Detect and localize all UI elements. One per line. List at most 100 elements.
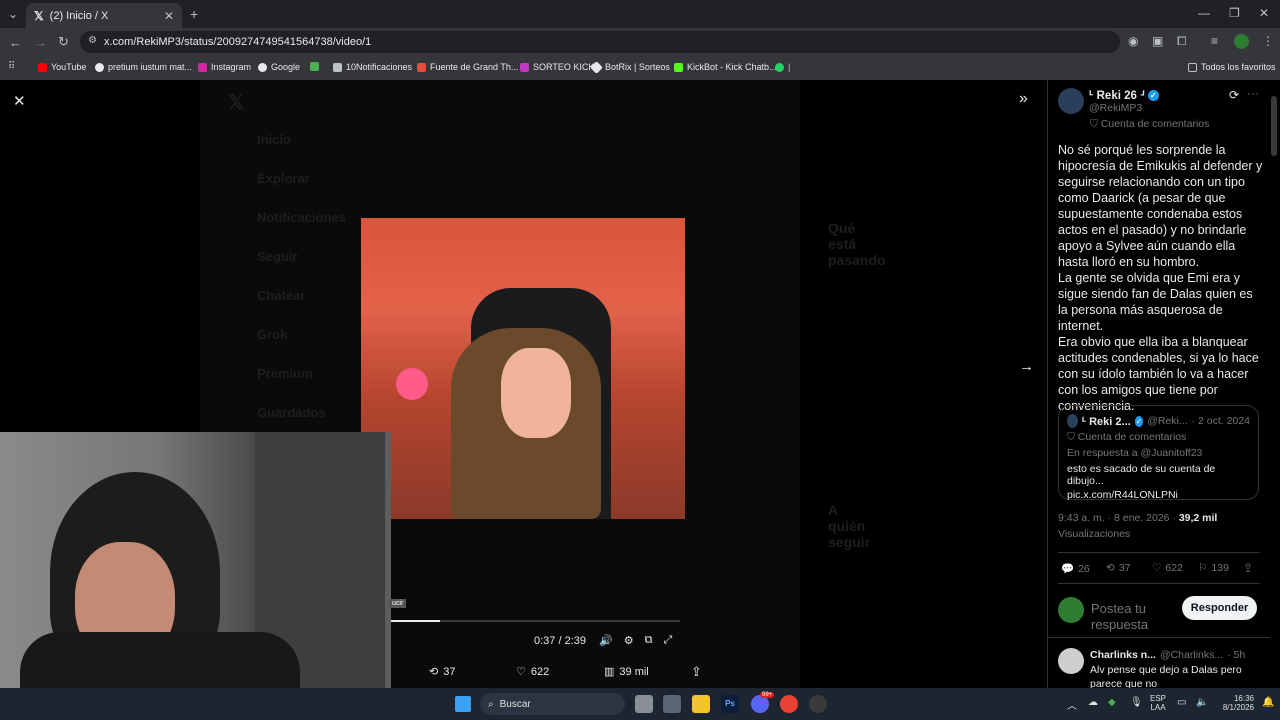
avatar[interactable] — [1058, 88, 1084, 114]
reply-button[interactable]: Responder — [1182, 596, 1257, 620]
bookmark-youtube[interactable]: YouTube — [38, 62, 86, 72]
bookmark-sorteo-kick[interactable]: SORTEO KICK — [520, 62, 594, 72]
bookmark-kickbot[interactable]: KickBot - Kick Chatb... — [674, 62, 777, 72]
bookmark-gta[interactable]: Fuente de Grand Th... — [417, 62, 518, 72]
bookmark-action[interactable]: ⚐ 139 — [1198, 562, 1229, 574]
speaker-icon[interactable]: 🔈 — [1196, 697, 1208, 708]
quoted-tweet[interactable]: ᒻ Reki 2... ✓ @Reki... · 2 oct. 2024 ⛉ C… — [1058, 405, 1259, 501]
reply-header: Charlinks n... @Charlinks... · 5h — [1090, 649, 1260, 661]
verified-icon: ✓ — [1134, 415, 1144, 427]
reply-icon: 💬 — [1061, 563, 1075, 575]
who-to-follow-title: A quién seguir — [828, 502, 871, 550]
tray-cloud-icon[interactable]: ☁ — [1088, 697, 1098, 708]
like-action[interactable]: ♡ 622 — [1152, 562, 1183, 574]
nav-explorar: Explorar — [257, 171, 310, 186]
language-indicator[interactable]: ESP LAA — [1150, 694, 1166, 712]
tab-close-icon[interactable]: ✕ — [164, 9, 174, 23]
retweet-action[interactable]: ⟲ 37 — [1106, 562, 1131, 574]
tray-app-icon[interactable]: ◆ — [1108, 697, 1116, 708]
close-icon[interactable]: ✕ — [13, 92, 26, 110]
extension-icon[interactable]: ◉ — [1128, 34, 1138, 48]
google-icon — [95, 62, 104, 72]
divider — [1058, 552, 1260, 553]
chrome-icon[interactable] — [780, 695, 798, 713]
nav-guardados: Guardados — [257, 405, 326, 420]
tray-chevron-icon[interactable]: ︿ — [1067, 697, 1077, 712]
puzzle-icon[interactable]: ⧠ — [1177, 34, 1187, 49]
pip-icon[interactable]: ⧉ — [645, 634, 653, 647]
video-player[interactable] — [361, 218, 685, 519]
new-tab-icon[interactable]: + — [190, 6, 198, 22]
retweet-icon: ⟲ — [1106, 562, 1115, 574]
site-info-icon[interactable]: ⚙ — [88, 35, 97, 46]
forward-icon[interactable]: → — [34, 35, 47, 50]
menu-icon[interactable]: ⋮ — [1262, 34, 1274, 48]
all-favorites[interactable]: Todos los favoritos — [1188, 62, 1276, 72]
bookmark-botrix[interactable]: BotRix | Sorteos — [590, 60, 670, 74]
bookmark-pretium[interactable]: pretium iustum mat... — [95, 62, 192, 72]
extension2-icon[interactable]: ▣ — [1152, 34, 1163, 48]
reply-handle[interactable]: @Charlinks... — [1160, 649, 1223, 661]
fullscreen-icon[interactable]: ⤢ — [663, 634, 672, 647]
tweet-author[interactable]: ᒻ Reki 26 ᒽ ✓ — [1089, 88, 1159, 102]
task-view-icon[interactable] — [635, 695, 653, 713]
heart-icon: ♡ — [516, 666, 526, 678]
quote-display-name: ᒻ Reki 2... — [1081, 415, 1131, 428]
tab-active[interactable]: 𝕏 (2) Inicio / X ✕ — [26, 3, 182, 28]
bookmark-whatsapp[interactable]: | — [775, 62, 790, 72]
reply-display-name[interactable]: Charlinks n... — [1090, 649, 1156, 661]
quote-link[interactable]: pic.x.com/R44LONLPNi — [1067, 489, 1250, 501]
app-icon[interactable] — [663, 695, 681, 713]
tweet-text: No sé porqué les sorprende la hipocresía… — [1058, 143, 1263, 413]
reply-action[interactable]: 💬 26 — [1061, 562, 1090, 576]
back-icon[interactable]: ← — [9, 35, 22, 50]
instagram-icon — [198, 62, 207, 72]
obs-icon[interactable] — [809, 695, 827, 713]
profile-avatar[interactable] — [1234, 34, 1249, 49]
more-options-icon[interactable]: ··· — [1247, 86, 1259, 100]
panel-scrollbar[interactable] — [1271, 96, 1277, 156]
bookmark-10notificaciones[interactable]: 10Notificaciones — [333, 62, 412, 72]
tweet-handle[interactable]: @RekiMP3 — [1089, 102, 1142, 114]
tab-search-icon[interactable]: ⌄ — [8, 7, 18, 21]
reply-avatar[interactable] — [1058, 648, 1084, 674]
share-icon[interactable]: ⇪ — [1243, 561, 1253, 575]
video-retweet[interactable]: ⟲ 37 — [429, 665, 455, 679]
bookmark-instagram[interactable]: Instagram — [198, 62, 251, 72]
reply-text: Alv pense que dejo a Dalas pero parece q… — [1090, 664, 1242, 690]
divider — [1048, 637, 1270, 638]
apps-grid-icon[interactable]: ⠿ — [8, 61, 15, 72]
maximize-icon[interactable]: ❐ — [1229, 6, 1240, 20]
microphone-icon[interactable]: 🎙 — [1130, 697, 1143, 708]
share-icon[interactable]: ⇪ — [691, 664, 702, 680]
close-window-icon[interactable]: ✕ — [1259, 6, 1269, 20]
video-views[interactable]: ▥ 39 mil — [604, 665, 649, 679]
x-logo-icon — [333, 62, 342, 72]
volume-icon[interactable]: 🔊 — [599, 634, 613, 647]
settings-icon[interactable]: ⚙ — [624, 634, 634, 647]
next-media-icon[interactable]: → — [1019, 358, 1034, 375]
reload-icon[interactable]: ↻ — [58, 34, 69, 50]
network-icon[interactable]: ▭ — [1177, 697, 1186, 708]
media-icon[interactable]: ≡ — [1211, 34, 1218, 48]
windows-start-icon[interactable] — [455, 696, 471, 712]
verified-icon: ✓ — [1147, 90, 1159, 102]
nav-notificaciones: Notificaciones — [257, 210, 346, 225]
reply-input[interactable]: Postea tu respuesta — [1091, 601, 1171, 633]
collapse-panel-icon[interactable]: » — [1019, 90, 1028, 108]
minimize-icon[interactable]: — — [1198, 6, 1210, 20]
bookmark-colors[interactable] — [310, 62, 319, 71]
clock[interactable]: 16:36 8/1/2026 — [1214, 694, 1254, 712]
photoshop-icon[interactable]: Ps — [721, 695, 739, 713]
bookmark-google[interactable]: Google — [258, 62, 300, 72]
grok-icon[interactable]: ⟳ — [1229, 88, 1239, 102]
tweet-views-count: 39,2 mil — [1178, 512, 1218, 524]
shield-icon: ⛉ — [1090, 118, 1101, 130]
address-bar[interactable]: ⚙ x.com/RekiMP3/status/20092747495415647… — [80, 31, 1120, 53]
x-logo-icon: 𝕏 — [34, 8, 44, 23]
notification-icon[interactable]: 🔔 — [1262, 697, 1274, 708]
video-like[interactable]: ♡ 622 — [516, 665, 549, 679]
taskbar-search[interactable]: ⌕ Buscar — [480, 693, 625, 715]
nav-grok: Grok — [257, 327, 288, 342]
file-explorer-icon[interactable] — [692, 695, 710, 713]
